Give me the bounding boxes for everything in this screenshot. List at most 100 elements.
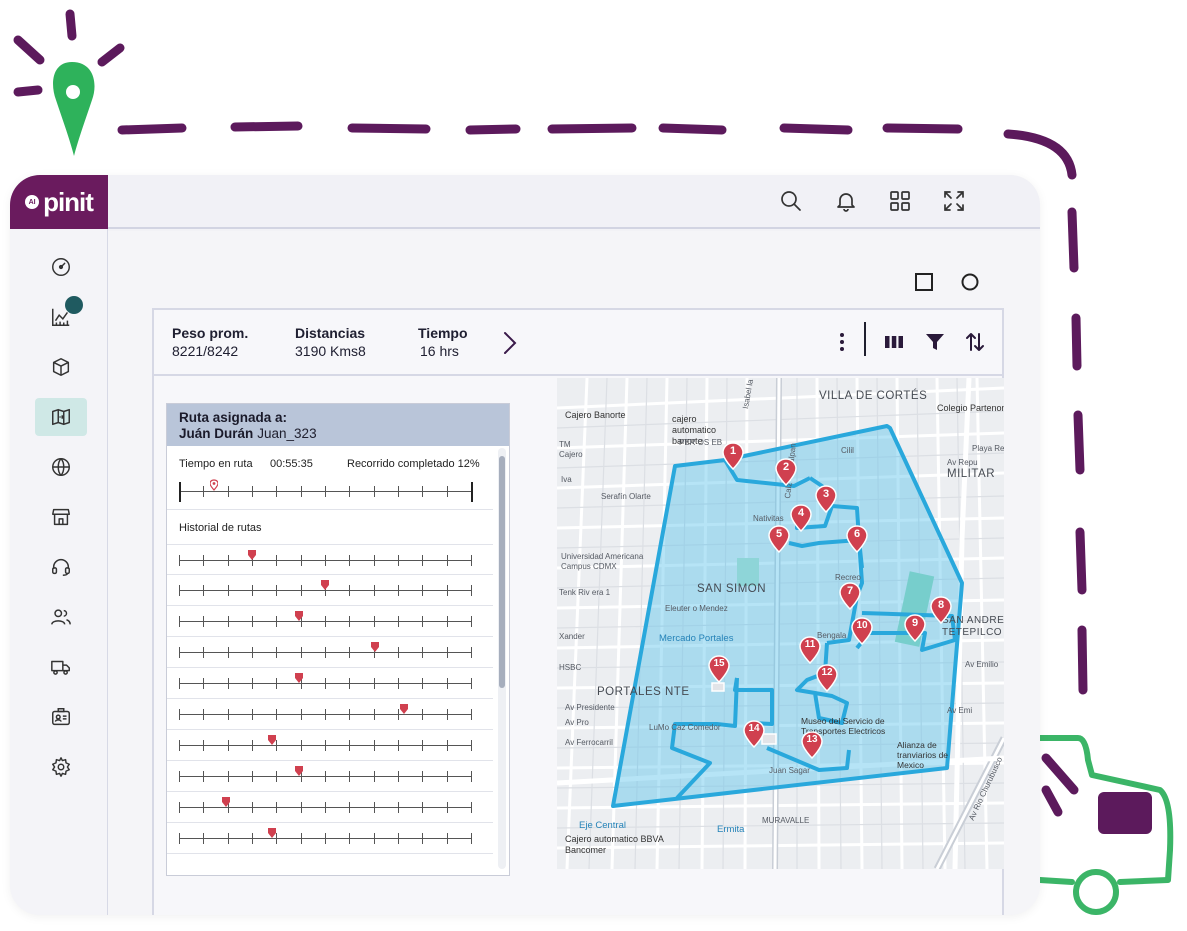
map-street: Cajero <box>559 450 583 459</box>
history-timeline-row[interactable] <box>167 823 493 854</box>
timeline-tick <box>276 771 278 782</box>
timeline-tick <box>325 678 326 689</box>
map-street: Playa Re <box>972 444 1004 453</box>
history-timeline-row[interactable] <box>167 699 493 730</box>
more-vertical-icon[interactable] <box>832 332 852 352</box>
filter-icon[interactable] <box>925 332 945 352</box>
timeline-tick <box>446 585 448 596</box>
timeline-tick <box>349 833 351 844</box>
map-stop-pin[interactable]: 14 <box>743 720 765 748</box>
bell-icon[interactable] <box>834 189 858 213</box>
timeline-tick <box>349 802 351 813</box>
map-stop-pin[interactable]: 4 <box>790 504 812 532</box>
timeline-tick <box>373 740 375 751</box>
history-timeline-row[interactable] <box>167 730 493 761</box>
history-timeline-row[interactable] <box>167 761 493 792</box>
timeline-tick <box>471 647 472 658</box>
map-stop-pin[interactable]: 7 <box>839 582 861 610</box>
map-street: Iva <box>561 475 572 484</box>
map-pin-label: 3 <box>822 488 830 500</box>
map-street: Tenk Riv era 1 <box>559 588 611 597</box>
timeline-tick <box>325 709 326 720</box>
timeline-tick <box>349 616 351 627</box>
sidebar-item-support[interactable] <box>35 548 87 586</box>
timeline-tick <box>276 802 278 813</box>
sidebar-item-settings[interactable] <box>35 748 87 786</box>
map-stop-pin[interactable]: 10 <box>851 617 873 645</box>
history-timeline-row[interactable] <box>167 637 493 668</box>
sidebar-item-dashboard[interactable] <box>35 248 87 286</box>
map-stop-pin[interactable]: 1 <box>722 442 744 470</box>
top-bar <box>108 175 1040 229</box>
apps-grid-icon[interactable] <box>888 189 912 213</box>
map-street: Recreo <box>835 573 861 582</box>
timeline-tick <box>179 771 180 782</box>
timeline-tick <box>276 585 278 596</box>
timeline-tick <box>179 616 180 627</box>
map-stop-pin[interactable]: 6 <box>846 525 868 553</box>
map-pin-label: 15 <box>713 658 725 669</box>
map-stop-pin[interactable]: 3 <box>815 485 837 513</box>
map-stop-pin[interactable]: 5 <box>768 525 790 553</box>
history-timeline-row[interactable] <box>167 544 493 575</box>
sidebar-item-users[interactable] <box>35 598 87 636</box>
search-icon[interactable] <box>779 189 803 213</box>
history-timeline-row[interactable] <box>167 575 493 606</box>
map-stop-pin[interactable]: 13 <box>801 731 823 759</box>
stat-weight: Peso prom. 8221/8242 <box>172 325 248 359</box>
map-stop-pin[interactable]: 15 <box>708 655 730 683</box>
map-stop-pin[interactable]: 8 <box>930 596 952 624</box>
timeline-tick <box>300 802 302 813</box>
timeline-tick <box>373 555 375 566</box>
sidebar-item-fleet[interactable] <box>35 648 87 686</box>
map-stop-pin[interactable]: 12 <box>816 664 838 692</box>
history-timeline-row[interactable] <box>167 668 493 699</box>
sidebar-item-store[interactable] <box>35 498 87 536</box>
sidebar-item-global[interactable] <box>35 448 87 486</box>
timeline-tick <box>300 555 302 566</box>
scrollbar-thumb[interactable] <box>499 456 505 688</box>
map-pin-label: 11 <box>804 639 816 650</box>
timeline-tick <box>422 709 424 720</box>
columns-icon[interactable] <box>884 332 904 352</box>
map-street: TM <box>559 440 571 449</box>
timeline-tick <box>446 740 448 751</box>
history-timeline-row[interactable] <box>167 792 493 823</box>
progress-label: Recorrido completado 12% <box>347 458 480 470</box>
sort-icon[interactable] <box>965 332 985 352</box>
timeline-tick <box>276 709 278 720</box>
timeline-tick <box>227 585 229 596</box>
map-stop-pin[interactable]: 9 <box>904 614 926 642</box>
timeline-tick <box>179 647 180 658</box>
map-pin-label: 12 <box>821 667 833 678</box>
stat-value: 3190 Kms8 <box>295 343 366 359</box>
map-pin-label: 2 <box>782 461 790 473</box>
stat-time: Tiempo 16 hrs <box>418 325 468 359</box>
sidebar-item-packages[interactable] <box>35 348 87 386</box>
timeline-tick <box>276 678 278 689</box>
square-icon[interactable] <box>914 272 934 292</box>
route-panel: Peso prom. 8221/8242 Distancias 3190 Kms… <box>152 308 1004 915</box>
route-map[interactable]: VILLA DE CORTÉS MILITAR SAN SIMON PORTAL… <box>557 378 1004 869</box>
circle-icon[interactable] <box>960 272 980 292</box>
brand-logo[interactable]: AI pinit <box>10 175 108 229</box>
map-pin-label: 14 <box>748 723 760 734</box>
timeline-tick <box>398 833 399 844</box>
sidebar-item-drivers[interactable] <box>35 698 87 736</box>
map-stop-pin[interactable]: 11 <box>799 636 821 664</box>
timeline-tick <box>179 802 180 813</box>
timeline-tick <box>300 709 302 720</box>
timeline-tick <box>300 585 302 596</box>
map-stop-pin[interactable]: 2 <box>775 458 797 486</box>
route-assignment-card: Ruta asignada a: Juán Durán Juan_323 Tiem… <box>166 403 510 876</box>
history-timeline-row[interactable] <box>167 606 493 637</box>
map-poi: LuMo Caz Comedor <box>649 723 721 732</box>
chevron-right-icon[interactable] <box>502 330 518 356</box>
logo-ai-badge: AI <box>25 195 40 209</box>
fullscreen-icon[interactable] <box>942 189 966 213</box>
sidebar-item-routes[interactable] <box>35 398 87 436</box>
map-street: Av Repu <box>947 458 978 467</box>
timeline-tick <box>325 486 326 497</box>
map-label: SAN SIMON <box>697 583 767 595</box>
timeline-tick <box>276 833 278 844</box>
